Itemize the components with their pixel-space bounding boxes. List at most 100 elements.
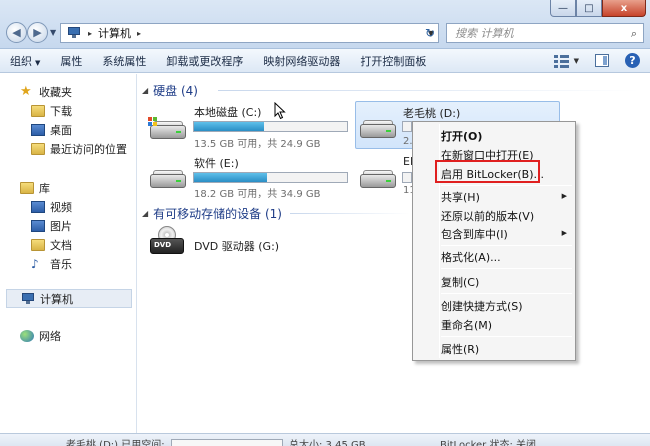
drive-g-dvd[interactable]: DVD DVD 驱动器 (G:) bbox=[146, 224, 306, 264]
minimize-icon: — bbox=[558, 2, 568, 14]
breadcrumb-computer[interactable]: 计算机 bbox=[98, 25, 131, 41]
menu-separator bbox=[441, 268, 572, 269]
status-usage-bar bbox=[171, 439, 283, 446]
breadcrumb-separator[interactable]: ▸ bbox=[88, 29, 92, 38]
group-header-hard-drives[interactable]: ◢ 硬盘 (4) bbox=[142, 82, 198, 99]
open-control-panel-button[interactable]: 打开控制面板 bbox=[350, 53, 436, 69]
drive-e[interactable]: 软件 (E:) 18.2 GB 可用，共 34.9 GB bbox=[146, 152, 352, 200]
group-divider bbox=[218, 90, 638, 91]
menu-item-share[interactable]: 共享(H) bbox=[441, 189, 571, 205]
drive-e-usage-fill bbox=[194, 173, 268, 182]
refresh-button[interactable]: ↻ bbox=[420, 23, 440, 43]
nav-favorites[interactable]: ★ 收藏夹 bbox=[20, 84, 72, 100]
drive-f[interactable]: EF 11 bbox=[356, 152, 416, 198]
help-icon[interactable]: ? bbox=[625, 53, 640, 68]
search-icon[interactable]: ⌕ bbox=[631, 27, 637, 41]
drive-c[interactable]: 本地磁盘 (C:) 13.5 GB 可用，共 24.9 GB bbox=[146, 101, 352, 150]
highlight-box bbox=[435, 160, 540, 183]
drive-c-name: 本地磁盘 (C:) bbox=[194, 106, 262, 119]
nav-network[interactable]: 网络 bbox=[20, 328, 61, 344]
network-icon bbox=[20, 330, 34, 342]
nav-computer[interactable]: 计算机 bbox=[6, 289, 132, 308]
menu-item-create-shortcut[interactable]: 创建快捷方式(S) bbox=[441, 298, 523, 314]
drive-e-usage-bar bbox=[193, 172, 348, 183]
change-view-button[interactable]: ▼ bbox=[553, 54, 579, 68]
navigation-pane: ★ 收藏夹 下载 桌面 最近访问的位置 库 视频 图片 文档 ♪ 音乐 计算机 网络 bbox=[0, 74, 137, 433]
refresh-icon: ↻ bbox=[424, 26, 436, 40]
map-network-drive-button[interactable]: 映射网络驱动器 bbox=[253, 53, 350, 69]
title-bar: — □ x ◀ ▶ ▼ ▸ 计算机 ▸ ▼ ↻ 搜索 计算机 ⌕ bbox=[0, 0, 650, 49]
maximize-button[interactable]: □ bbox=[576, 0, 602, 17]
organize-button[interactable]: 组织 ▼ bbox=[0, 53, 50, 69]
drive-d-name: 老毛桃 (D:) bbox=[403, 107, 461, 120]
context-menu: 打开(O) 在新窗口中打开(E) 启用 BitLocker(B)... 共享(H… bbox=[412, 121, 576, 361]
hard-drive-icon bbox=[360, 116, 396, 142]
system-properties-button[interactable]: 系统属性 bbox=[92, 53, 156, 69]
menu-separator bbox=[441, 293, 572, 294]
search-input[interactable]: 搜索 计算机 ⌕ bbox=[446, 23, 644, 43]
back-button[interactable]: ◀ bbox=[6, 22, 27, 43]
address-bar[interactable]: ▸ 计算机 ▸ ▼ bbox=[60, 23, 439, 43]
minimize-button[interactable]: — bbox=[550, 0, 576, 17]
preview-pane-icon[interactable] bbox=[595, 54, 609, 67]
document-icon bbox=[31, 239, 45, 251]
computer-icon bbox=[66, 27, 82, 39]
arrow-right-icon: ▶ bbox=[33, 26, 42, 39]
desktop-icon bbox=[31, 124, 45, 136]
nav-documents[interactable]: 文档 bbox=[31, 237, 72, 253]
status-bitlocker: BitLocker 状态: 关闭 bbox=[440, 440, 536, 446]
menu-item-include-in-library[interactable]: 包含到库中(I) bbox=[441, 226, 571, 242]
collapse-triangle-icon: ◢ bbox=[142, 209, 149, 218]
group-header-removable[interactable]: ◢ 有可移动存储的设备 (1) bbox=[142, 205, 282, 222]
drive-c-free-space: 13.5 GB 可用，共 24.9 GB bbox=[194, 139, 321, 150]
window-controls: — □ x bbox=[550, 0, 646, 17]
drive-c-usage-fill bbox=[194, 122, 265, 131]
group-divider bbox=[290, 213, 410, 214]
view-icon bbox=[553, 54, 570, 68]
music-note-icon: ♪ bbox=[31, 257, 39, 271]
drive-c-usage-bar bbox=[193, 121, 348, 132]
nav-recent-places[interactable]: 最近访问的位置 bbox=[31, 141, 127, 157]
video-icon bbox=[31, 201, 45, 213]
nav-downloads[interactable]: 下载 bbox=[31, 103, 72, 119]
menu-separator bbox=[441, 185, 572, 186]
menu-item-restore-versions[interactable]: 还原以前的版本(V) bbox=[441, 208, 534, 224]
recent-places-icon bbox=[31, 143, 45, 155]
properties-button[interactable]: 属性 bbox=[50, 53, 92, 69]
nav-libraries[interactable]: 库 bbox=[20, 180, 50, 196]
command-bar: 组织 ▼ 属性 系统属性 卸载或更改程序 映射网络驱动器 打开控制面板 ▼ ? bbox=[0, 49, 650, 73]
nav-videos[interactable]: 视频 bbox=[31, 199, 72, 215]
drive-e-name: 软件 (E:) bbox=[194, 157, 239, 170]
library-icon bbox=[20, 182, 34, 194]
uninstall-program-button[interactable]: 卸载或更改程序 bbox=[156, 53, 253, 69]
collapse-triangle-icon: ◢ bbox=[142, 86, 149, 95]
maximize-icon: □ bbox=[584, 2, 594, 14]
menu-item-open[interactable]: 打开(O) bbox=[441, 128, 482, 144]
hard-drive-icon bbox=[150, 166, 186, 192]
close-icon: x bbox=[620, 2, 628, 14]
forward-button[interactable]: ▶ bbox=[27, 22, 48, 43]
details-pane: 老毛桃 (D:) 已用空间: 总大小: 3.45 GB BitLocker 状态… bbox=[0, 433, 650, 446]
drive-f-usage-bar bbox=[402, 172, 412, 183]
nav-music[interactable]: ♪ 音乐 bbox=[31, 256, 72, 272]
drive-g-name: DVD 驱动器 (G:) bbox=[194, 240, 280, 253]
menu-item-format[interactable]: 格式化(A)... bbox=[441, 249, 501, 265]
drive-e-free-space: 18.2 GB 可用，共 34.9 GB bbox=[194, 189, 321, 200]
computer-icon bbox=[21, 292, 35, 305]
hard-drive-icon bbox=[360, 166, 396, 192]
hard-drive-icon bbox=[148, 117, 186, 143]
menu-item-copy[interactable]: 复制(C) bbox=[441, 274, 479, 290]
nav-desktop[interactable]: 桌面 bbox=[31, 122, 72, 138]
breadcrumb-separator[interactable]: ▸ bbox=[137, 29, 141, 38]
submenu-arrow-icon: ▶ bbox=[561, 192, 567, 200]
chevron-down-icon: ▼ bbox=[35, 58, 41, 67]
menu-item-rename[interactable]: 重命名(M) bbox=[441, 317, 492, 333]
menu-item-properties[interactable]: 属性(R) bbox=[441, 341, 479, 357]
recent-pages-dropdown[interactable]: ▼ bbox=[50, 28, 56, 37]
close-button[interactable]: x bbox=[602, 0, 646, 17]
picture-icon bbox=[31, 220, 45, 232]
drive-d-usage-bar bbox=[402, 121, 412, 132]
submenu-arrow-icon: ▶ bbox=[561, 229, 567, 237]
arrow-left-icon: ◀ bbox=[12, 26, 21, 39]
nav-pictures[interactable]: 图片 bbox=[31, 218, 72, 234]
